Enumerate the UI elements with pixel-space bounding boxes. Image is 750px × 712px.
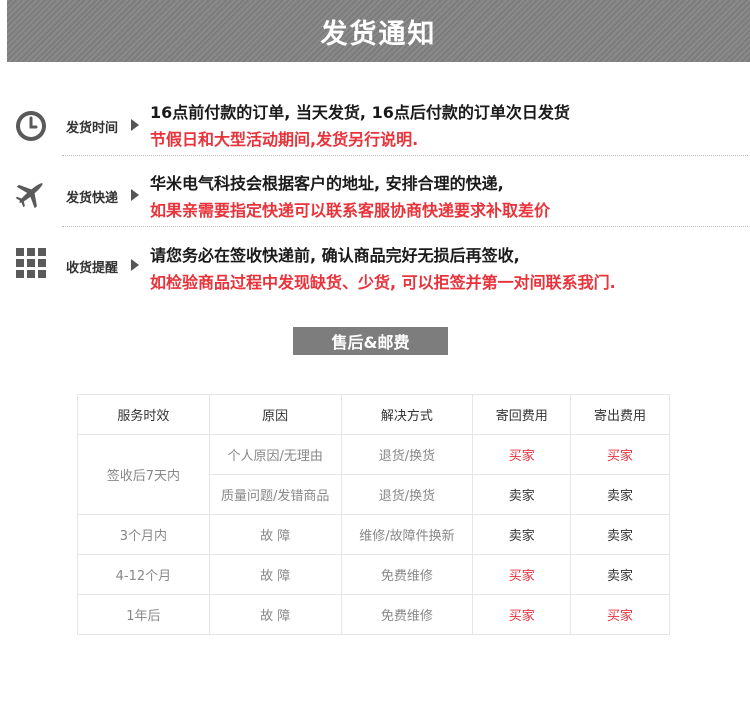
solution-cell: 退货/换货 (340, 434, 474, 475)
reason-cell: 质量问题/发错商品 (208, 474, 342, 515)
reason-cell: 故 障 (208, 594, 342, 635)
send-fee-cell: 买家 (570, 594, 670, 635)
solution-cell: 免费维修 (340, 554, 474, 595)
arrow-right-icon (131, 119, 139, 131)
shipping-time-row: 发货时间 16点前付款的订单, 当天发货, 16点后付款的订单次日发货 节假日和… (0, 95, 750, 157)
reason-cell: 故 障 (208, 514, 342, 555)
receiving-label: 收货提醒 (66, 261, 119, 276)
send-fee-cell: 卖家 (570, 474, 670, 515)
clock-icon (14, 109, 48, 143)
grid-icon (14, 246, 48, 280)
shipping-time-label: 发货时间 (66, 121, 119, 136)
table-header-row: 服务时效 原因 解决方式 寄回费用 寄出费用 (77, 394, 670, 435)
courier-text: 华米电气科技会根据客户的地址, 安排合理的快递, (150, 174, 504, 193)
solution-cell: 维修/故障件换新 (340, 514, 474, 555)
header-period: 服务时效 (77, 394, 210, 435)
return-fee-cell: 买家 (472, 554, 572, 595)
table-row: 4-12个月 故 障 免费维修 买家 卖家 (77, 554, 670, 595)
period-cell: 3个月内 (77, 514, 210, 555)
header-solution: 解决方式 (340, 394, 474, 435)
after-sales-table: 服务时效 原因 解决方式 寄回费用 寄出费用 签收后7天内 个人原因/无理由 退… (77, 394, 670, 635)
divider (62, 226, 748, 227)
send-fee-cell: 卖家 (570, 554, 670, 595)
return-fee-cell: 买家 (472, 594, 572, 635)
send-fee-cell: 买家 (570, 434, 670, 475)
period-cell: 签收后7天内 (77, 434, 210, 515)
send-fee-cell: 卖家 (570, 514, 670, 555)
table-row: 签收后7天内 个人原因/无理由 退货/换货 买家 买家 (77, 434, 670, 515)
airplane-icon (14, 176, 48, 210)
solution-cell: 退货/换货 (340, 474, 474, 515)
arrow-right-icon (131, 259, 139, 271)
courier-label: 发货快递 (66, 191, 119, 206)
reason-cell: 个人原因/无理由 (208, 434, 342, 475)
period-cell: 4-12个月 (77, 554, 210, 595)
after-sales-banner: 售后&邮费 (293, 327, 448, 355)
table-row: 1年后 故 障 免费维修 买家 买家 (77, 594, 670, 635)
solution-cell: 免费维修 (340, 594, 474, 635)
reason-cell: 故 障 (208, 554, 342, 595)
divider (62, 155, 748, 156)
header-reason: 原因 (208, 394, 342, 435)
courier-note: 如果亲需要指定快递可以联系客服协商快递要求补取差价 (150, 201, 551, 220)
header-banner: 发货通知 (7, 0, 750, 62)
receiving-row: 收货提醒 请您务必在签收快递前, 确认商品完好无损后再签收, 如检验商品过程中发… (0, 237, 750, 299)
arrow-right-icon (131, 189, 139, 201)
courier-row: 发货快递 华米电气科技会根据客户的地址, 安排合理的快递, 如果亲需要指定快递可… (0, 166, 750, 228)
receiving-note: 如检验商品过程中发现缺货、少货, 可以拒签并第一对间联系我门. (150, 273, 616, 292)
after-sales-title: 售后&邮费 (331, 333, 410, 352)
return-fee-cell: 买家 (472, 434, 572, 475)
page-title: 发货通知 (320, 18, 437, 50)
receiving-text: 请您务必在签收快递前, 确认商品完好无损后再签收, (150, 246, 520, 265)
period-cell: 1年后 (77, 594, 210, 635)
header-send-fee: 寄出费用 (570, 394, 670, 435)
shipping-time-text: 16点前付款的订单, 当天发货, 16点后付款的订单次日发货 (150, 103, 570, 122)
header-return-fee: 寄回费用 (472, 394, 572, 435)
return-fee-cell: 卖家 (472, 514, 572, 555)
table-row: 3个月内 故 障 维修/故障件换新 卖家 卖家 (77, 514, 670, 555)
return-fee-cell: 卖家 (472, 474, 572, 515)
shipping-time-note: 节假日和大型活动期间,发货另行说明. (150, 130, 419, 149)
